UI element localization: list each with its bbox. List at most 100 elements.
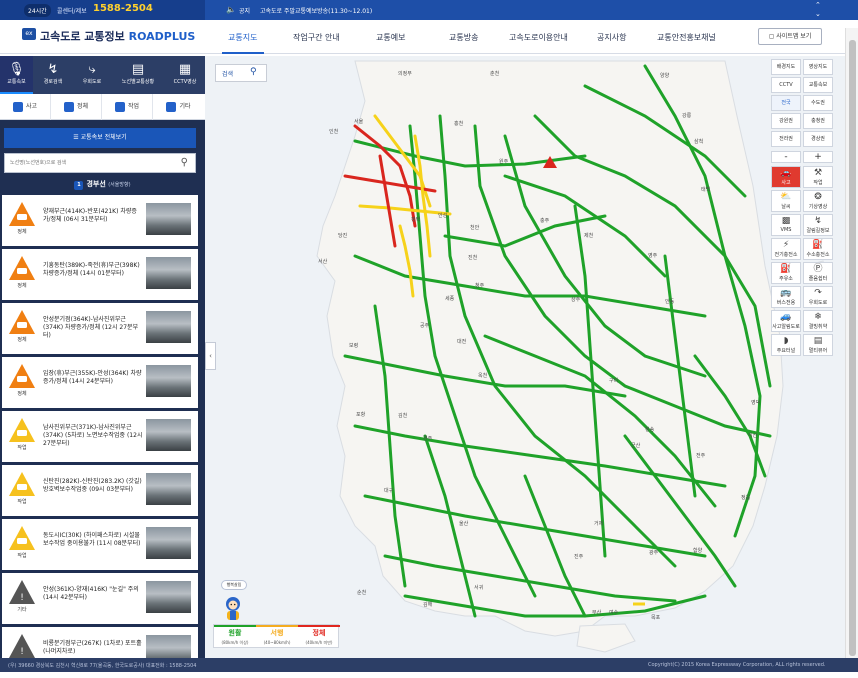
worker-icon — [114, 101, 125, 112]
cctv-thumbnail[interactable] — [146, 473, 191, 505]
map-search-button[interactable]: 검색 ⚲ — [215, 64, 267, 82]
map-filter-button[interactable]: 영상지도 — [803, 59, 833, 75]
tab-detour[interactable]: ⤷ 우회도로 — [74, 56, 110, 94]
city-label: 서울 — [354, 119, 364, 125]
hotline-number[interactable]: 1588-2504 — [93, 3, 153, 14]
news-item-title: 안성(361K)-양재(416K) "눈길" 주의 (14시 42분부터) — [43, 586, 139, 601]
overlay-toggle-button[interactable]: 🚙 사고알림도로 — [771, 310, 801, 332]
logo-icon[interactable]: ex — [22, 28, 36, 40]
zoom-in-button[interactable]: + — [803, 151, 833, 163]
news-item-kind: 정체 — [17, 391, 27, 397]
top-info-bar: 24시간 콜센터/제보 1588-2504 🔈 공지 고속도로 주말교통예보방송… — [0, 0, 858, 20]
map-filter-button[interactable]: 강원권 — [771, 113, 801, 129]
cctv-thumbnail[interactable] — [146, 527, 191, 559]
news-item[interactable]: 정체 양재부근(414K)-반포(421K) 차량증가/정체 (06시 31분부터… — [2, 195, 198, 246]
overlay-toggle-button[interactable]: ❂ 기상영상 — [803, 190, 833, 212]
overlay-toggle-button[interactable]: ▩ VMS — [771, 214, 801, 236]
news-item[interactable]: 작업 동도시IC(30K) (하이패스차로) 시설물보수작업 중이용불가 (11시… — [2, 519, 198, 570]
nav-traffic-broadcast[interactable]: 교통방송 — [449, 32, 478, 43]
overlay-toggle-button[interactable]: ⛅ 날씨 — [771, 190, 801, 212]
overlay-toggle-button[interactable]: ⛽ 수소충전소 — [803, 238, 833, 260]
map-filter-button[interactable]: 충청권 — [803, 113, 833, 129]
overlay-label: 졸음쉼터 — [808, 276, 828, 282]
zoom-out-button[interactable]: - — [771, 151, 801, 163]
left-panel: 🎙 교통속보 ↯ 경로검색 ⤷ 우회도로 ▤ 노선별교통상황 ▦ CCTV영상 … — [0, 56, 205, 678]
city-label: 제천 — [584, 233, 594, 239]
overlay-toggle-button[interactable]: ▤ 멀티뷰어 — [803, 334, 833, 356]
nav-traffic-map[interactable]: 교통지도 — [228, 32, 257, 43]
city-label: 함양 — [693, 548, 703, 554]
map-filter-button[interactable]: 수도권 — [803, 95, 833, 111]
map-filter-button[interactable]: 전라권 — [771, 131, 801, 147]
city-label: 춘천 — [490, 71, 500, 77]
route-search-input[interactable] — [5, 154, 170, 172]
site-logo[interactable]: 고속도로 교통정보 ROADPLUS — [40, 28, 195, 44]
tab-route-status[interactable]: ▤ 노선별교통상황 — [113, 56, 163, 94]
legend-item: 원활 (80km/h 이상) — [214, 625, 256, 649]
legend-name: 정체 — [312, 629, 326, 637]
notice-scroll-arrows[interactable]: ⌃ ⌄ — [815, 1, 821, 19]
nav-work-zone[interactable]: 작업구간 안내 — [293, 32, 340, 43]
map-filter-button[interactable]: 배경지도 — [771, 59, 801, 75]
overlay-toggle-button[interactable]: Ⓟ 졸음쉼터 — [803, 262, 833, 284]
subtab-congestion[interactable]: 정체 — [51, 94, 102, 120]
overlay-toggle-button[interactable]: ⛽ 주유소 — [771, 262, 801, 284]
traffic-news-list: ☰ 교통속보 전체보기 ⚲ 1경부선 (서울방향) 정체 양재부근(414K)-반… — [0, 120, 205, 678]
news-item[interactable]: 작업 남사진위부근(371K)-남사진위부근(374K) (5차로) 노면보수작업… — [2, 411, 198, 462]
hydrogen-icon: ⛽ — [812, 240, 824, 250]
subtab-work[interactable]: 작업 — [102, 94, 153, 120]
overlay-toggle-button[interactable]: ↯ 갈림길정보 — [803, 214, 833, 236]
logo-title: 고속도로 교통정보 — [40, 30, 125, 43]
cctv-thumbnail[interactable] — [146, 311, 191, 343]
subtab-label: 작업 — [127, 103, 140, 110]
nav-traffic-forecast[interactable]: 교통예보 — [376, 32, 405, 43]
tab-cctv[interactable]: ▦ CCTV영상 — [165, 56, 205, 94]
overlay-toggle-button[interactable]: 🚌 버스전용 — [771, 286, 801, 308]
map-filter-button[interactable]: 경상권 — [803, 131, 833, 147]
cctv-thumbnail[interactable] — [146, 581, 191, 613]
tab-traffic-news[interactable]: 🎙 교통속보 — [0, 56, 33, 94]
traffic-map[interactable] — [205, 56, 845, 658]
map-filter-button[interactable]: 교통속보 — [803, 77, 833, 93]
overlay-toggle-button[interactable]: ◗ 주요터널 — [771, 334, 801, 356]
city-label: 인천 — [329, 129, 339, 135]
nav-notices[interactable]: 공지사항 — [597, 32, 626, 43]
overlay-label: 멀티뷰어 — [808, 348, 828, 354]
cctv-thumbnail[interactable] — [146, 203, 191, 235]
overlay-toggle-button[interactable]: ❄ 결빙취약 — [803, 310, 833, 332]
notice-text[interactable]: 고속도로 주말교통예보방송(11.30~12.01) — [260, 6, 372, 15]
news-item[interactable]: 정체 입장(휴)부근(355K)-안성(364K) 차량증가/정체 (14시 24… — [2, 357, 198, 408]
search-icon[interactable]: ⚲ — [181, 157, 188, 168]
news-item[interactable]: ! 기타 안성(361K)-양재(416K) "눈길" 주의 (14시 42분부터) — [2, 573, 198, 624]
news-item[interactable]: 정체 안성분기점(364K)-남사진위부근(374K) 차량증가/정체 (12시 … — [2, 303, 198, 354]
collapse-panel-button[interactable]: ‹ — [205, 342, 216, 370]
nav-usage-guide[interactable]: 고속도로이용안내 — [509, 32, 568, 43]
map-canvas[interactable] — [205, 56, 845, 658]
tab-route-search[interactable]: ↯ 경로검색 — [35, 56, 71, 94]
mascot-icon — [226, 597, 240, 620]
news-item-title: 기흥동탄(389K)-죽전(휴)부근(398K) 차량증가/정체 (14시 01… — [43, 262, 140, 277]
news-item[interactable]: 작업 신탄진(282K)-신탄진(283.2K) (갓길) 방호벽보수작업중 (0… — [2, 465, 198, 516]
page-scrollbar[interactable] — [845, 28, 858, 658]
scrollbar-thumb[interactable] — [849, 40, 856, 656]
overlay-toggle-button[interactable]: ⚒ 작업 — [803, 166, 833, 188]
cctv-thumbnail[interactable] — [146, 257, 191, 289]
map-filter-button[interactable]: 전국 — [771, 95, 801, 111]
cctv-thumbnail[interactable] — [146, 419, 191, 451]
subtab-accident[interactable]: 사고 — [0, 94, 51, 120]
city-label: 광주 — [649, 550, 659, 556]
overlay-toggle-button[interactable]: ⚡ 전기충전소 — [771, 238, 801, 260]
city-label: 세종 — [445, 296, 455, 302]
view-all-news-button[interactable]: ☰ 교통속보 전체보기 — [4, 128, 196, 148]
news-item[interactable]: 정체 기흥동탄(389K)-죽전(휴)부근(398K) 차량증가/정체 (14시 … — [2, 249, 198, 300]
sitemap-button[interactable]: ▢ 사이트맵 보기 — [758, 28, 822, 45]
nav-safety-channel[interactable]: 교통안전홍보채널 — [657, 32, 716, 43]
city-label: 영주 — [648, 253, 658, 259]
map-filter-button[interactable]: CCTV — [771, 77, 801, 93]
subtab-etc[interactable]: 기타 — [153, 94, 204, 120]
cctv-thumbnail[interactable] — [146, 365, 191, 397]
overlay-toggle-button[interactable]: ↷ 우회도로 — [803, 286, 833, 308]
overlay-toggle-button[interactable]: 🚗 사고 — [771, 166, 801, 188]
footer-copyright: Copyright(C) 2015 Korea Expressway Corpo… — [648, 662, 826, 668]
city-label: 의정부 — [398, 71, 412, 77]
